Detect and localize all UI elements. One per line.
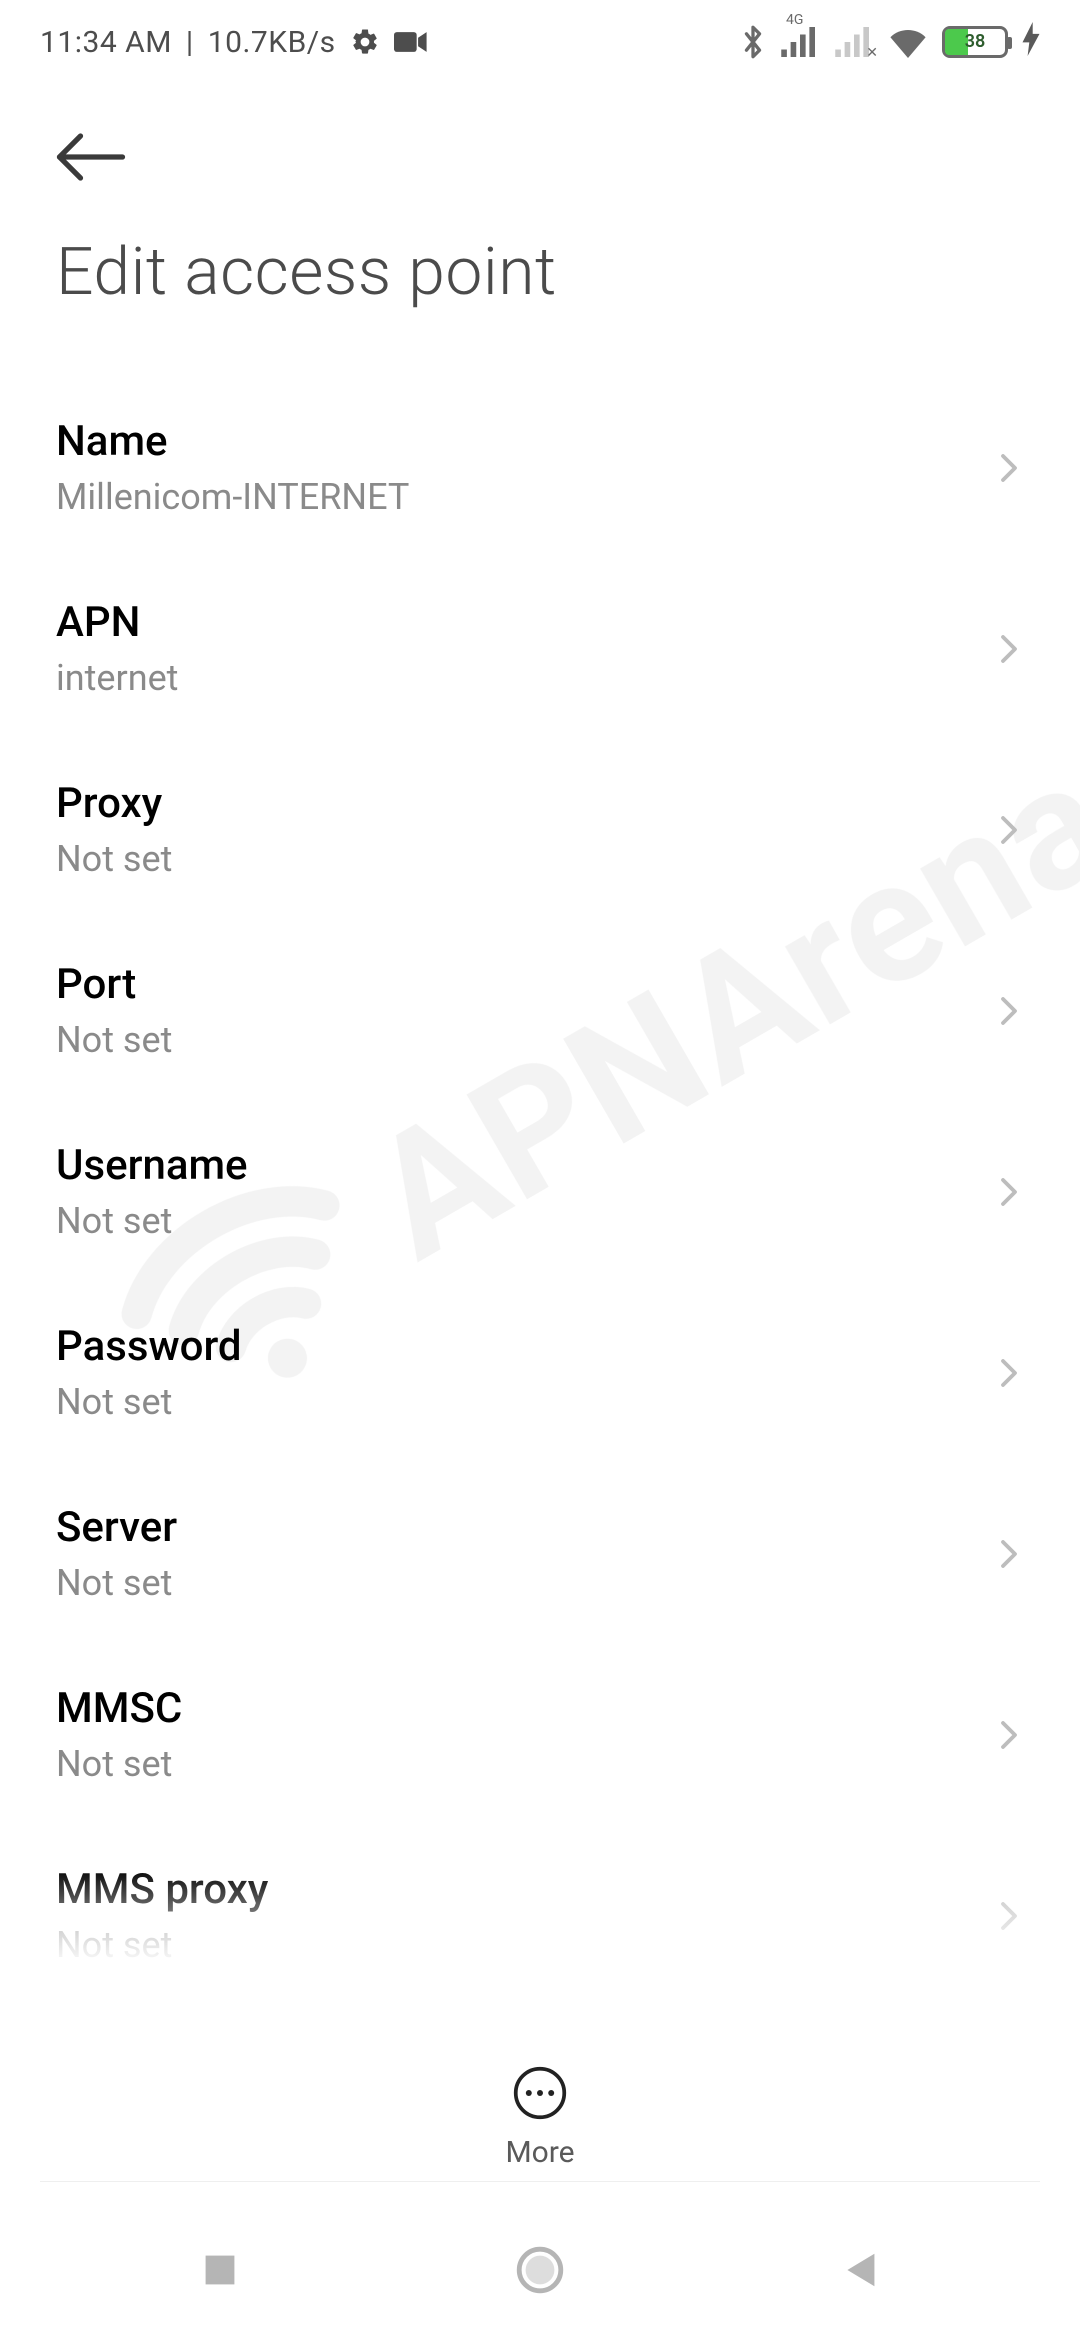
settings-icon xyxy=(350,27,380,57)
status-time: 11:34 AM xyxy=(40,25,172,60)
chevron-right-icon xyxy=(994,1901,1024,1931)
row-label: MMS proxy xyxy=(56,1865,994,1914)
nav-back-button[interactable] xyxy=(828,2238,892,2302)
row-label: Username xyxy=(56,1141,994,1190)
system-nav-bar xyxy=(0,2200,1080,2340)
row-username[interactable]: Username Not set xyxy=(0,1101,1080,1282)
status-bar: 11:34 AM | 10.7KB/s 4G xyxy=(0,0,1080,84)
camera-icon xyxy=(394,30,428,54)
app-bar xyxy=(0,84,1080,234)
chevron-right-icon xyxy=(994,1358,1024,1388)
nav-home-button[interactable] xyxy=(508,2238,572,2302)
status-left: 11:34 AM | 10.7KB/s xyxy=(40,25,428,60)
square-icon xyxy=(202,2252,238,2288)
arrow-left-icon xyxy=(56,131,126,183)
bluetooth-icon xyxy=(740,24,766,60)
wifi-icon xyxy=(888,26,928,58)
row-port[interactable]: Port Not set xyxy=(0,920,1080,1101)
more-label: More xyxy=(505,2135,574,2170)
row-label: APN xyxy=(56,598,994,647)
row-value: Not set xyxy=(56,1562,994,1604)
chevron-right-icon xyxy=(994,634,1024,664)
row-value: Not set xyxy=(56,1019,994,1061)
no-signal-x-icon: ✕ xyxy=(866,45,878,61)
row-value: Not set xyxy=(56,1200,994,1242)
chevron-right-icon xyxy=(994,1720,1024,1750)
row-proxy[interactable]: Proxy Not set xyxy=(0,739,1080,920)
status-net-speed: 10.7KB/s xyxy=(208,25,336,60)
row-label: MMSC xyxy=(56,1684,994,1733)
bottom-divider xyxy=(40,2181,1040,2182)
row-label: Password xyxy=(56,1322,994,1371)
row-value: internet xyxy=(56,657,994,699)
row-label: Proxy xyxy=(56,779,994,828)
triangle-left-icon xyxy=(842,2250,878,2290)
bottom-action-bar: More xyxy=(0,2065,1080,2170)
row-label: Name xyxy=(56,417,994,466)
row-value: Millenicom-INTERNET xyxy=(56,476,994,518)
battery-indicator: 38 xyxy=(942,26,1008,58)
chevron-right-icon xyxy=(994,1539,1024,1569)
row-mms-proxy[interactable]: MMS proxy Not set xyxy=(0,1825,1080,1967)
page-title: Edit access point xyxy=(0,234,1080,357)
row-value: Not set xyxy=(56,838,994,880)
chevron-right-icon xyxy=(994,453,1024,483)
more-button[interactable] xyxy=(512,2065,568,2121)
row-label: Server xyxy=(56,1503,994,1552)
back-button[interactable] xyxy=(56,131,126,187)
battery-percent: 38 xyxy=(945,29,1005,55)
row-value: Not set xyxy=(56,1743,994,1785)
status-separator: | xyxy=(186,25,194,60)
signal-sim2: ✕ xyxy=(834,27,874,57)
chevron-right-icon xyxy=(994,1177,1024,1207)
nav-recents-button[interactable] xyxy=(188,2238,252,2302)
row-password[interactable]: Password Not set xyxy=(0,1282,1080,1463)
row-value: Not set xyxy=(56,1924,994,1966)
row-server[interactable]: Server Not set xyxy=(0,1463,1080,1644)
chevron-right-icon xyxy=(994,815,1024,845)
circle-icon xyxy=(516,2246,564,2294)
settings-list[interactable]: Name Millenicom-INTERNET APN internet Pr… xyxy=(0,357,1080,1967)
row-name[interactable]: Name Millenicom-INTERNET xyxy=(0,377,1080,558)
signal-sim1: 4G xyxy=(780,27,820,57)
charging-icon xyxy=(1022,22,1040,63)
status-right: 4G ✕ 38 xyxy=(740,22,1040,63)
more-circle-icon xyxy=(512,2065,568,2121)
row-apn[interactable]: APN internet xyxy=(0,558,1080,739)
chevron-right-icon xyxy=(994,996,1024,1026)
row-mmsc[interactable]: MMSC Not set xyxy=(0,1644,1080,1825)
row-label: Port xyxy=(56,960,994,1009)
signal-type-label: 4G xyxy=(786,12,803,28)
row-value: Not set xyxy=(56,1381,994,1423)
